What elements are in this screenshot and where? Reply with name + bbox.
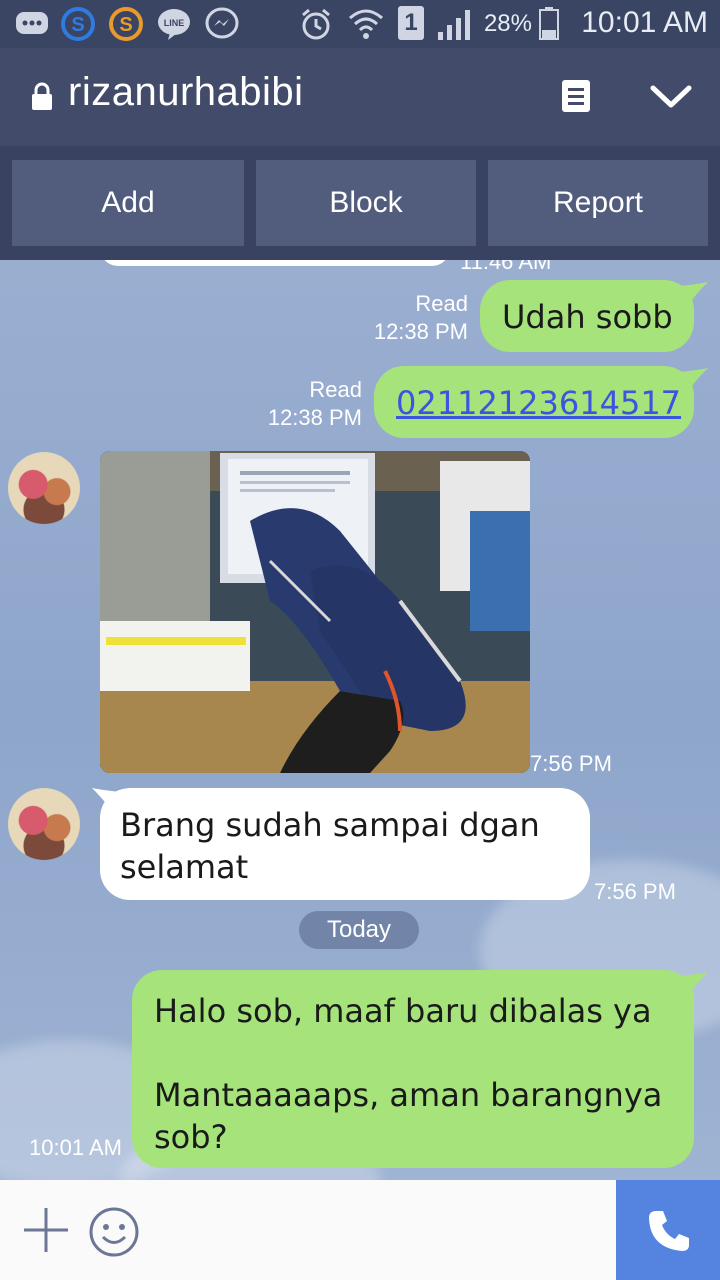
message-time: 12:38 PM xyxy=(267,405,362,430)
photo-image xyxy=(100,451,530,773)
battery-percent: 28% xyxy=(483,10,532,37)
lock-icon xyxy=(32,82,52,110)
wifi-icon xyxy=(349,9,383,39)
phone-icon xyxy=(649,1211,689,1251)
line-icon: LINE xyxy=(158,9,190,40)
read-receipt: Read 12:38 PM xyxy=(340,290,468,346)
message-text: sob? xyxy=(154,1118,228,1156)
plus-icon[interactable] xyxy=(22,1206,70,1254)
message-icon xyxy=(16,12,48,34)
bubble-tail xyxy=(680,972,708,990)
status-bar: S S LINE 1 28% 10:01 AM xyxy=(0,0,720,48)
message-text: selamat xyxy=(120,848,249,886)
message-text: Mantaaaaaps, aman barangnya xyxy=(154,1076,663,1114)
action-bar: Add Block Report xyxy=(0,146,720,260)
messenger-icon xyxy=(205,7,239,39)
message-text: Halo sob, maaf baru dibalas ya xyxy=(154,992,652,1030)
add-button[interactable]: Add xyxy=(12,160,244,246)
date-divider: Today xyxy=(299,911,419,949)
chat-title: rizanurhabibi xyxy=(68,70,304,114)
read-status: Read xyxy=(309,377,362,402)
svg-text:LINE: LINE xyxy=(164,18,185,28)
message-bubble-received[interactable]: Brang sudah sampai dgan selamat xyxy=(100,788,590,900)
svg-text:S: S xyxy=(119,14,132,36)
clock: 10:01 AM xyxy=(581,6,708,39)
chat-area[interactable]: 11:46 AM Read 12:38 PM Udah sobb Read 12… xyxy=(0,260,720,1180)
message-text: Udah sobb xyxy=(502,298,673,336)
message-time: 12:38 PM xyxy=(373,319,468,344)
input-bar xyxy=(0,1180,616,1280)
message-text: Brang sudah sampai dgan xyxy=(120,806,540,844)
block-button[interactable]: Block xyxy=(256,160,476,246)
chevron-down-icon[interactable] xyxy=(650,84,692,110)
svg-text:S: S xyxy=(71,14,84,36)
report-button[interactable]: Report xyxy=(488,160,708,246)
sim-icon: 1 xyxy=(398,6,424,40)
bubble-tail xyxy=(680,282,708,300)
message-bubble-sent[interactable]: 02112123614517 xyxy=(374,366,694,438)
avatar[interactable] xyxy=(8,452,80,524)
message-time: 7:56 PM xyxy=(530,751,612,776)
partial-message-time: 11:46 AM xyxy=(460,260,552,274)
notes-icon[interactable] xyxy=(560,78,592,114)
message-time: 7:56 PM xyxy=(594,879,676,904)
call-button[interactable] xyxy=(616,1180,720,1280)
message-bubble-sent[interactable]: Udah sobb xyxy=(480,280,694,352)
signal-icon xyxy=(438,10,470,40)
emoji-icon[interactable] xyxy=(88,1206,140,1258)
message-bubble-sent[interactable]: Halo sob, maaf baru dibalas ya Mantaaaaa… xyxy=(132,970,694,1168)
alarm-icon xyxy=(302,8,330,40)
bubble-tail xyxy=(680,368,708,386)
shared-photo[interactable] xyxy=(100,451,530,773)
avatar[interactable] xyxy=(8,788,80,860)
s-app-icon: S xyxy=(109,7,143,41)
battery-icon xyxy=(539,7,559,40)
s-app-icon: S xyxy=(61,7,95,41)
read-receipt: Read 12:38 PM xyxy=(234,376,362,432)
partial-message-bubble xyxy=(100,260,450,266)
chat-header: rizanurhabibi xyxy=(0,48,720,146)
read-status: Read xyxy=(415,291,468,316)
message-link[interactable]: 02112123614517 xyxy=(396,384,681,422)
message-time: 10:01 AM xyxy=(29,1135,122,1160)
